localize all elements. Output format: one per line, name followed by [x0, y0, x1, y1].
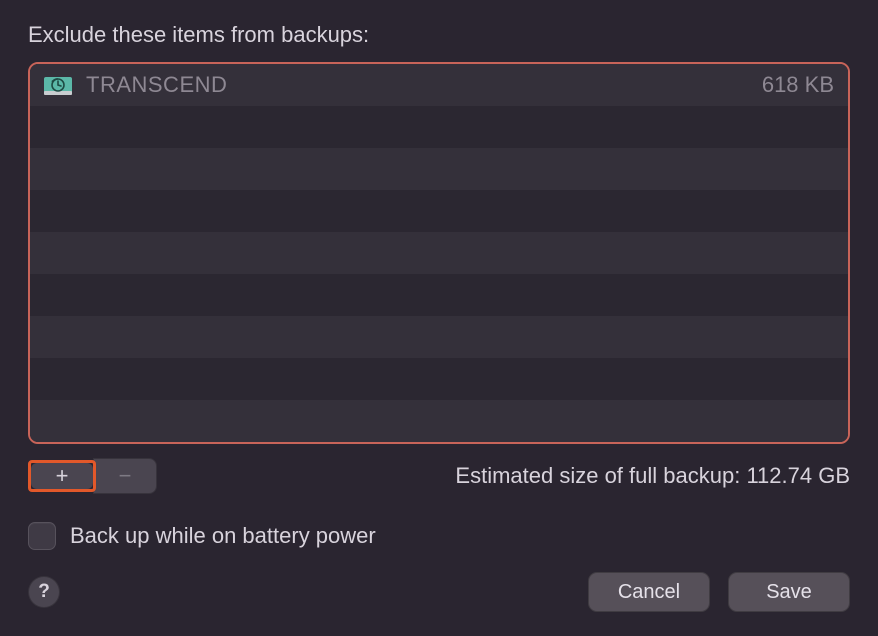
remove-button[interactable]: − — [94, 459, 156, 493]
battery-backup-checkbox[interactable] — [28, 522, 56, 550]
help-icon: ? — [38, 581, 50, 603]
plus-icon: + — [56, 463, 69, 489]
list-empty-row — [30, 148, 848, 190]
minus-icon: − — [119, 463, 132, 489]
exclude-heading: Exclude these items from backups: — [28, 22, 850, 48]
battery-backup-label: Back up while on battery power — [70, 523, 376, 549]
remove-button-segment: − — [93, 458, 157, 494]
add-button[interactable]: + — [31, 463, 93, 489]
save-button[interactable]: Save — [728, 572, 850, 612]
list-empty-row — [30, 400, 848, 442]
estimate-text: Estimated size of full backup: 112.74 GB — [455, 463, 850, 489]
bottom-bar: ? Cancel Save — [28, 572, 850, 612]
list-empty-row — [30, 274, 848, 316]
battery-backup-row: Back up while on battery power — [28, 522, 850, 550]
list-empty-row — [30, 190, 848, 232]
estimate-value: 112.74 GB — [746, 463, 850, 488]
list-empty-row — [30, 316, 848, 358]
help-button[interactable]: ? — [28, 576, 60, 608]
add-button-highlight: + — [28, 460, 96, 492]
list-item[interactable]: TRANSCEND 618 KB — [30, 64, 848, 106]
list-empty-row — [30, 232, 848, 274]
list-item-size: 618 KB — [762, 72, 834, 98]
exclude-list[interactable]: TRANSCEND 618 KB — [30, 64, 848, 442]
below-list-row: + − Estimated size of full backup: 112.7… — [28, 458, 850, 494]
list-item-name: TRANSCEND — [86, 72, 762, 98]
time-machine-disk-icon — [44, 71, 72, 99]
estimate-label: Estimated size of full backup: — [455, 463, 746, 488]
list-empty-row — [30, 106, 848, 148]
list-empty-row — [30, 358, 848, 400]
dialog-actions: Cancel Save — [588, 572, 850, 612]
exclude-list-highlight: TRANSCEND 618 KB — [28, 62, 850, 444]
cancel-button[interactable]: Cancel — [588, 572, 710, 612]
